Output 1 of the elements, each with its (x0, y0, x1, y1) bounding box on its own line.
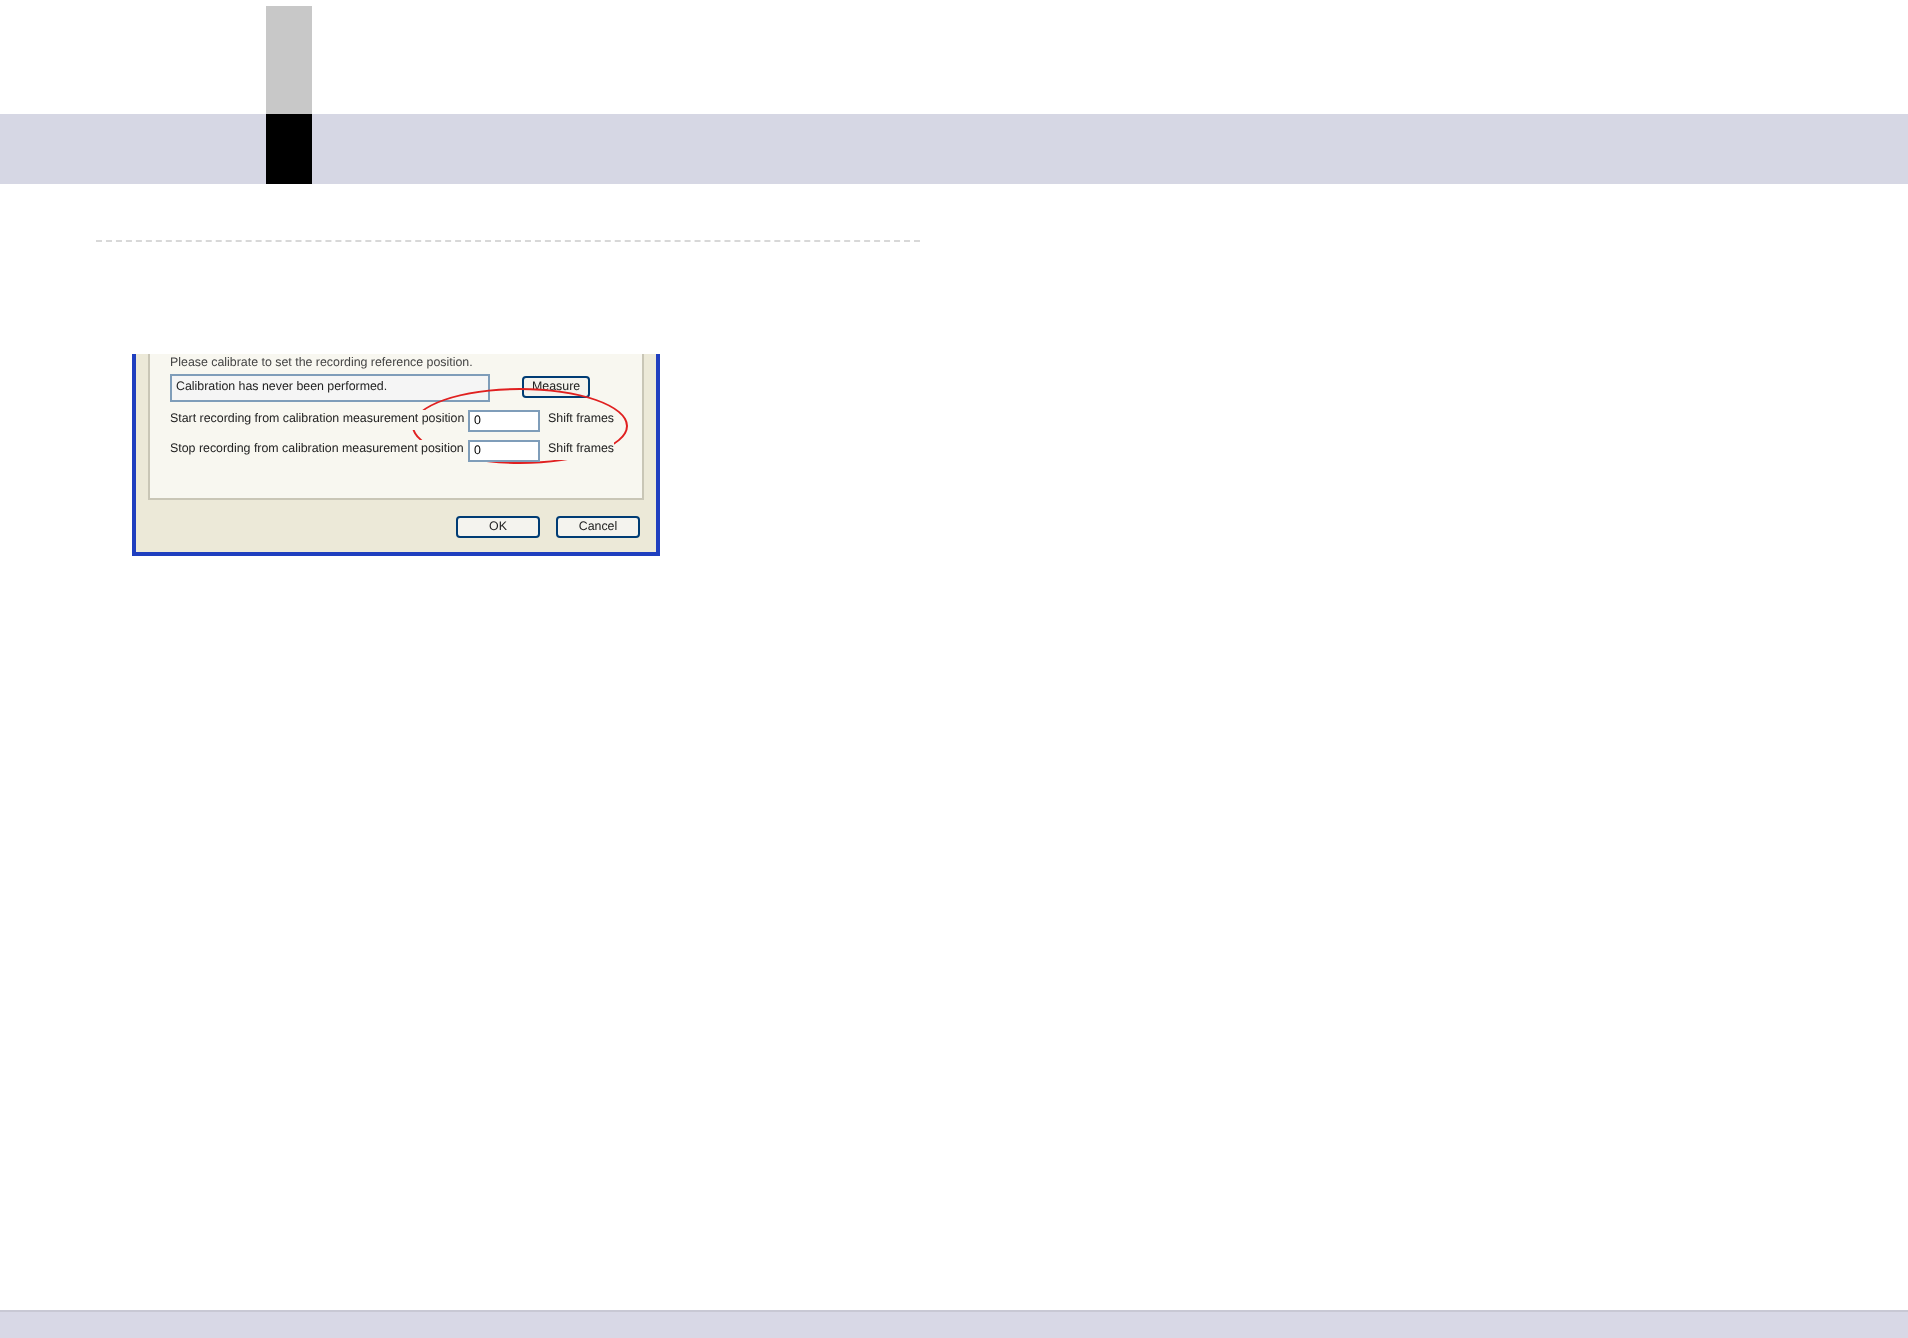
header-marker (266, 114, 312, 184)
